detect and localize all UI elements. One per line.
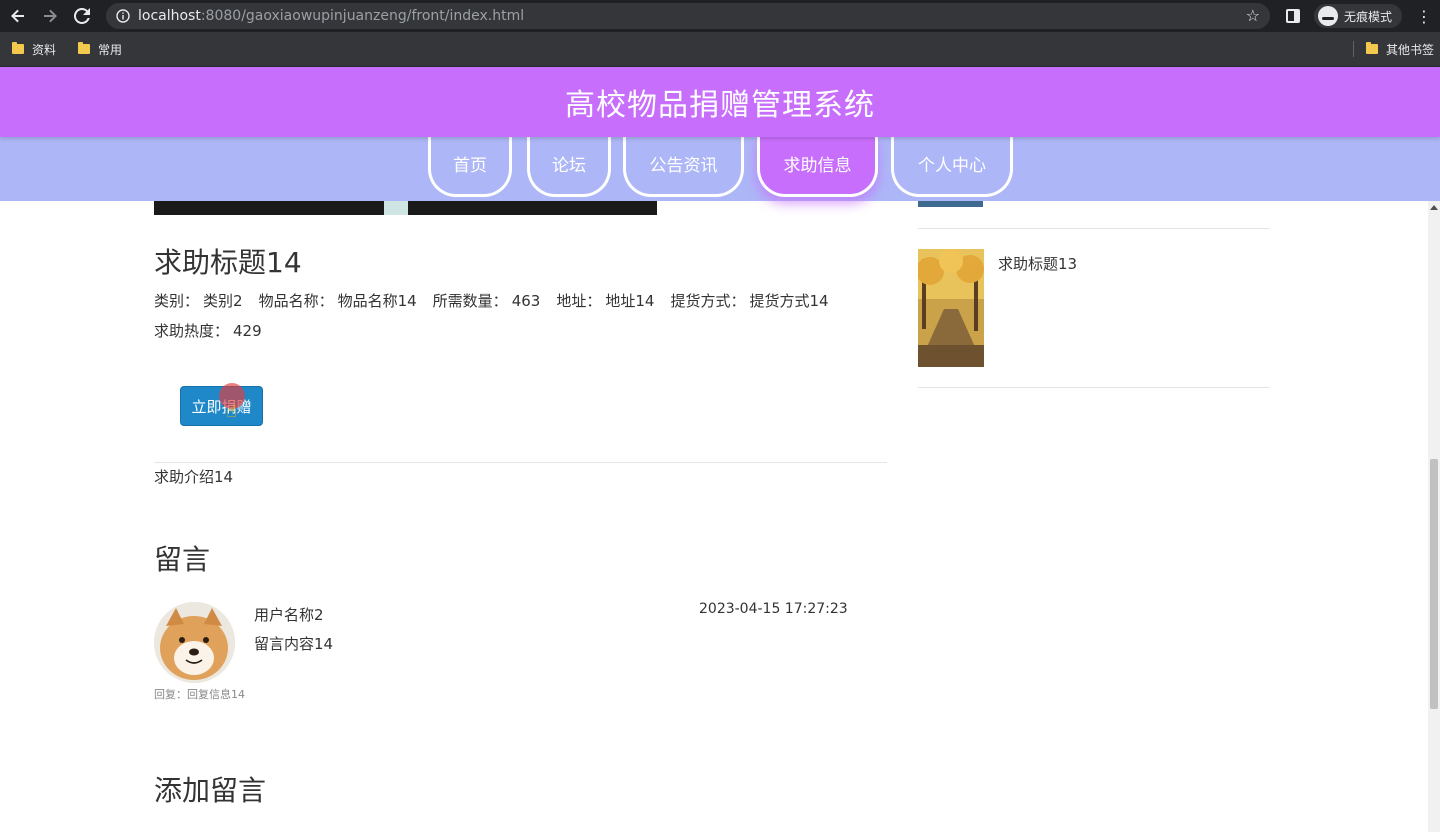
detail-title: 求助标题14	[154, 246, 302, 279]
sidebar-item-thumbnail[interactable]	[918, 249, 984, 367]
incognito-label: 无痕模式	[1343, 9, 1392, 24]
folder-icon	[78, 42, 91, 54]
sidebar-divider	[918, 228, 1270, 229]
site-title: 高校物品捐赠管理系统	[565, 88, 875, 123]
bookmark-folder-1[interactable]: 资料	[12, 41, 56, 58]
side-panel-icon[interactable]	[1285, 9, 1300, 23]
address-bar[interactable]: localhost:8080/gaoxiaowupinjuanzeng/fron…	[106, 3, 1270, 29]
sidebar-item-title[interactable]: 求助标题13	[998, 253, 1077, 274]
nav-announcements[interactable]: 公告资讯	[623, 135, 744, 197]
sidebar-thumb-previous[interactable]	[918, 201, 983, 207]
back-icon[interactable]	[4, 2, 32, 30]
divider	[154, 462, 887, 463]
comments-title: 留言	[154, 543, 211, 576]
scrollbar-thumb[interactable]	[1430, 459, 1438, 709]
info-icon	[116, 9, 130, 23]
main-content: 求助标题14 类别： 类别2 物品名称： 物品名称14 所需数量： 463 地址： 地址14 提…	[0, 201, 1428, 832]
browser-toolbar: localhost:8080/gaoxiaowupinjuanzeng/fron…	[0, 0, 1440, 32]
incognito-indicator[interactable]: 无痕模式	[1313, 4, 1402, 28]
url-text: localhost:8080/gaoxiaowupinjuanzeng/fron…	[138, 8, 525, 24]
comment-username: 用户名称2	[254, 606, 324, 624]
forward-icon[interactable]	[36, 2, 64, 30]
page-scrollbar[interactable]	[1428, 201, 1440, 832]
comment-time: 2023-04-15 17:27:23	[699, 601, 848, 617]
avatar	[154, 602, 235, 683]
comment-content: 留言内容14	[254, 635, 334, 653]
detail-image	[154, 201, 657, 215]
sidebar-divider	[918, 387, 1270, 388]
bookmark-folder-2[interactable]: 常用	[78, 41, 122, 58]
incognito-icon	[1317, 6, 1338, 26]
comment-reply: 回复：回复信息14	[154, 688, 245, 701]
bookmarks-separator	[1352, 41, 1354, 57]
menu-kebab-icon[interactable]: ⋮	[1412, 7, 1436, 26]
detail-meta-row-2: 求助热度： 429	[154, 322, 262, 340]
folder-icon	[12, 42, 24, 54]
site-header: 高校物品捐赠管理系统	[0, 67, 1440, 137]
detail-meta-row-1: 类别： 类别2 物品名称： 物品名称14 所需数量： 463 地址： 地址14 提货方式： 提货方…	[154, 292, 829, 310]
nav-forum[interactable]: 论坛	[527, 135, 611, 197]
nav-home[interactable]: 首页	[428, 135, 512, 197]
detail-intro: 求助介绍14	[154, 468, 234, 486]
bookmarks-bar: 资料 常用 其他书签	[0, 32, 1440, 67]
reload-icon[interactable]	[68, 2, 96, 30]
nav-personal-center[interactable]: 个人中心	[891, 135, 1013, 197]
bookmark-star-icon[interactable]: ☆	[1246, 6, 1260, 25]
main-nav: 首页 论坛 公告资讯 求助信息 个人中心	[0, 135, 1440, 201]
folder-icon	[1365, 42, 1378, 54]
other-bookmarks[interactable]: 其他书签	[1365, 41, 1434, 58]
nav-help-info[interactable]: 求助信息	[757, 135, 878, 197]
add-comment-title: 添加留言	[154, 774, 267, 807]
pointer-hand-icon: ☝	[226, 401, 237, 422]
scroll-up-arrow-icon[interactable]	[1430, 205, 1438, 210]
